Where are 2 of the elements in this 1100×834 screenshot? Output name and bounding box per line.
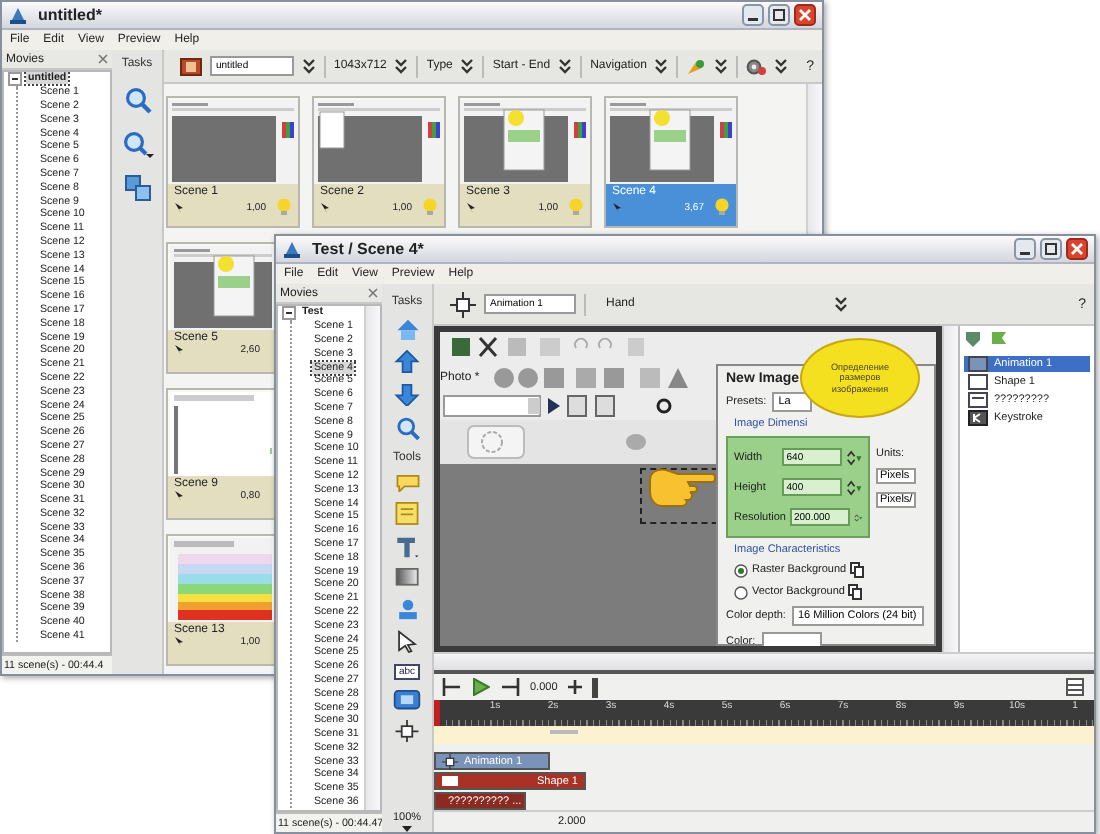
window-title: Test / Scene 4*	[312, 240, 424, 258]
window-title: untitled*	[38, 6, 102, 24]
